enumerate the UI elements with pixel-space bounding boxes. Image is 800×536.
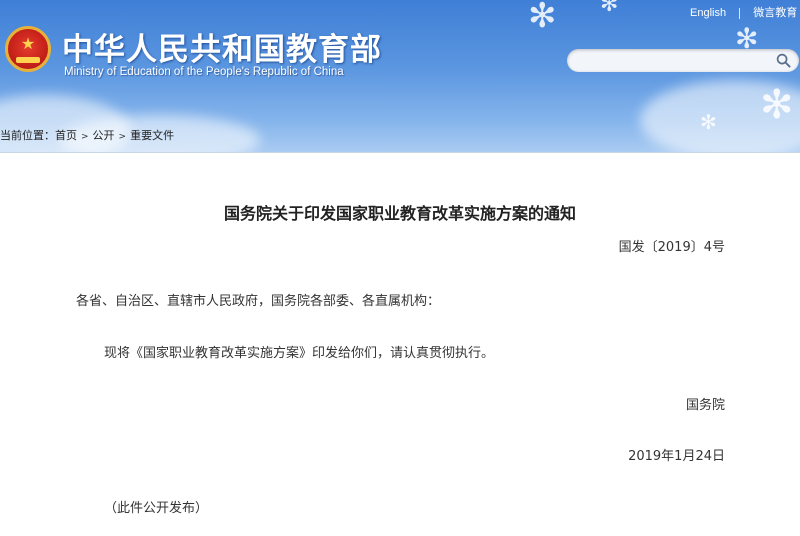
document-note: （此件公开发布） (104, 501, 209, 516)
document-signer: 国务院 (685, 398, 725, 413)
document-date: 2019年1月24日 (628, 449, 725, 464)
chevron-right-icon: > (118, 132, 127, 142)
site-title-english: Ministry of Education of the People's Re… (64, 66, 344, 78)
breadcrumb-item-home[interactable]: 首页 (55, 129, 77, 142)
gate-base-shape (16, 57, 40, 63)
weibo-link[interactable]: 微言教育 (753, 7, 797, 19)
breadcrumb-prefix: 当前位置： (0, 129, 55, 142)
document-addressee: 各省、自治区、直辖市人民政府，国务院各部委、各直属机构： (76, 294, 441, 309)
breadcrumb-item-documents[interactable]: 重要文件 (130, 129, 174, 142)
top-links: English 微言教育 (690, 4, 797, 20)
breadcrumb: 当前位置：首页 > 公开 > 重要文件 (0, 127, 174, 143)
national-emblem-icon[interactable]: ★ (5, 26, 51, 72)
dandelion-decoration: ✻ (528, 0, 557, 36)
site-header: ✻ ✻ ✻ ✻ ✻ ★ 中华人民共和国教育部 Ministry of Educa… (0, 0, 800, 152)
star-icon: ★ (20, 34, 36, 53)
search-icon[interactable] (776, 53, 791, 68)
document-body[interactable]: 现将《国家职业教育改革实施方案》印发给你们，请认真贯彻执行。 (104, 342, 494, 361)
search-box (567, 49, 799, 72)
document-title: 国务院关于印发国家职业教育改革实施方案的通知 (223, 204, 576, 223)
breadcrumb-item-public[interactable]: 公开 (93, 129, 115, 142)
english-link[interactable]: English (690, 7, 726, 19)
link-separator (739, 7, 741, 19)
dandelion-decoration: ✻ (600, 0, 619, 17)
header-divider (0, 152, 800, 153)
search-input[interactable] (577, 52, 776, 71)
dandelion-decoration: ✻ (760, 82, 794, 128)
dandelion-decoration: ✻ (700, 110, 717, 134)
document-number: 国发〔2019〕4号 (618, 240, 725, 255)
site-title-chinese[interactable]: 中华人民共和国教育部 (62, 24, 382, 69)
chevron-right-icon: > (81, 132, 89, 142)
